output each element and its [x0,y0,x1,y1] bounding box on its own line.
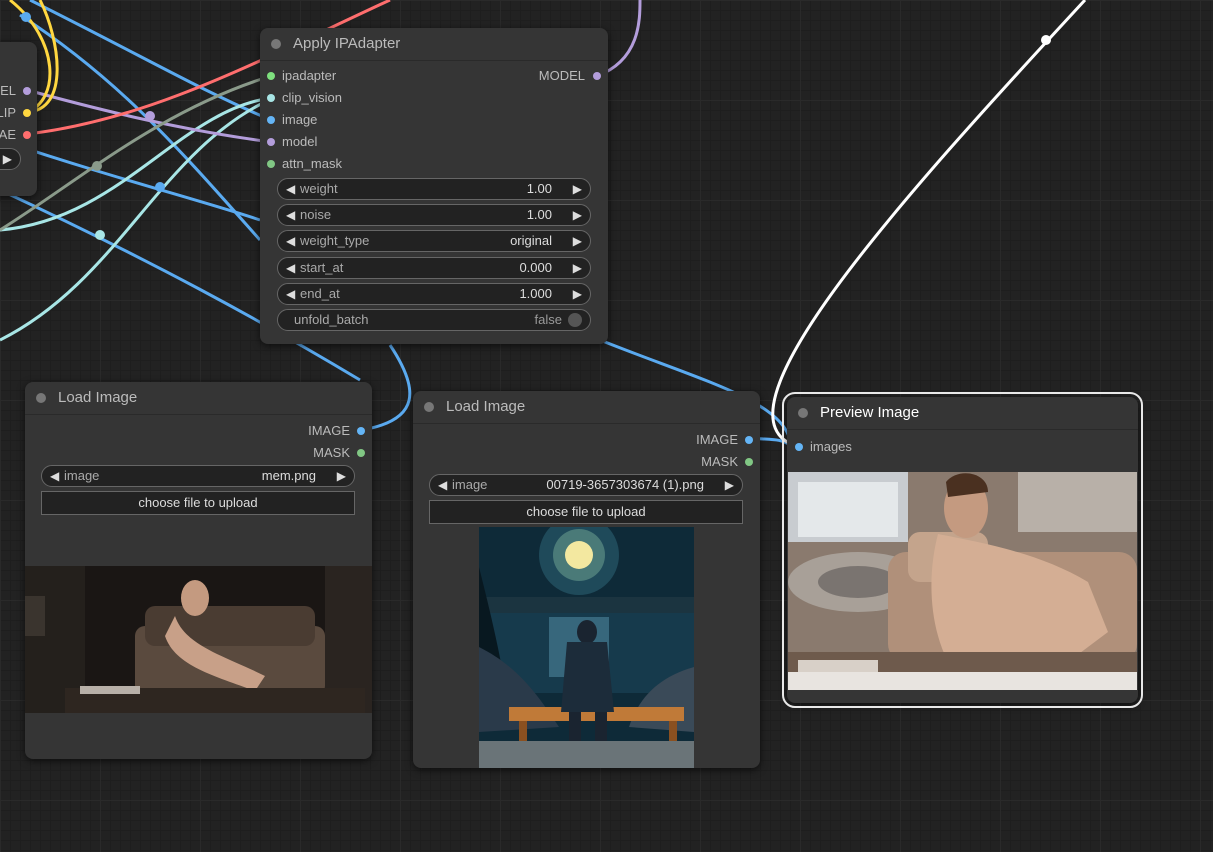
unfold-batch-value: false [534,312,562,327]
left-arrow-icon[interactable]: ◀ [286,179,295,199]
input-dot-model[interactable] [267,138,275,146]
output-dot-vae[interactable] [23,131,31,139]
output-label-mask: MASK [313,445,350,460]
toggle-knob-icon[interactable] [568,313,582,327]
right-arrow-icon[interactable]: ▶ [573,231,582,251]
preview-image-node[interactable]: Preview Image images [782,392,1143,708]
output-label-clip: LIP [0,105,16,120]
left-arrow-icon[interactable]: ◀ [286,258,295,278]
generated-image-preview [788,472,1137,690]
left-arrow-icon[interactable]: ◀ [286,231,295,251]
weight-value: 1.00 [526,181,552,196]
collapse-dot-icon[interactable] [271,39,281,49]
right-arrow-icon[interactable]: ▶ [573,258,582,278]
left-arrow-icon[interactable]: ◀ [50,466,59,486]
link-selected [771,0,1087,449]
start-at-widget[interactable]: ◀ start_at 0.000 ▶ [277,257,591,279]
unfold-batch-toggle[interactable]: unfold_batch false [277,309,591,331]
left-arrow-icon[interactable]: ◀ [286,284,295,304]
end-at-widget[interactable]: ◀ end_at 1.000 ▶ [277,283,591,305]
output-label-image: IMAGE [308,423,350,438]
weight-type-value: original [510,233,552,248]
image-select-widget[interactable]: ◀ image mem.png ▶ [41,465,355,487]
output-dot-image[interactable] [745,436,753,444]
loaded-image-preview [25,566,372,713]
load-image-node-2[interactable]: Load Image IMAGE MASK ◀ image 00719-3657… [413,391,760,768]
right-arrow-icon[interactable]: ▶ [573,205,582,225]
input-label-images: images [810,439,852,454]
input-label-model: model [282,134,318,149]
input-dot-images[interactable] [795,443,803,451]
collapse-dot-icon[interactable] [798,408,808,418]
start-at-label: start_at [300,260,344,275]
image-select-label: image [64,468,100,483]
weight-label: weight [300,181,338,196]
noise-label: noise [300,207,332,222]
load-image-title: Load Image [58,389,138,406]
weight-type-label: weight_type [300,233,370,248]
right-arrow-icon[interactable]: ▶ [573,284,582,304]
loaded-image-preview [479,527,694,768]
output-label-model: MODEL [538,68,585,83]
output-label-model: EL [0,83,16,98]
image-painting-man-on-bench [479,527,694,768]
input-dot-image[interactable] [267,116,275,124]
output-dot-model[interactable] [23,87,31,95]
input-dot-ipadapter[interactable] [267,72,275,80]
end-at-value: 1.000 [519,286,552,301]
left-arrow-icon[interactable]: ◀ [286,205,295,225]
image-select-value: 00719-3657303674 (1).png [546,477,704,492]
image-man-on-couch [25,566,372,713]
node-title[interactable]: Apply IPAdapter [260,28,608,61]
image-select-widget[interactable]: ◀ image 00719-3657303674 (1).png ▶ [429,474,743,496]
image-select-value: mem.png [261,468,316,483]
node-title[interactable]: Load Image [413,391,760,424]
right-arrow-icon[interactable]: ▶ [573,179,582,199]
output-dot-mask[interactable] [357,449,365,457]
node-title[interactable]: Load Image [25,382,372,415]
output-dot-image[interactable] [357,427,365,435]
output-label-mask: MASK [701,454,738,469]
output-label-image: IMAGE [696,432,738,447]
right-arrow-icon[interactable]: ▶ [725,475,734,495]
start-at-value: 0.000 [519,260,552,275]
input-label-attn-mask: attn_mask [282,156,342,171]
input-label-clip-vision: clip_vision [282,90,342,105]
apply-ipadapter-node[interactable]: Apply IPAdapter ipadapter clip_vision im… [260,28,608,344]
collapse-dot-icon[interactable] [424,402,434,412]
collapse-dot-icon[interactable] [36,393,46,403]
output-dot-clip[interactable] [23,109,31,117]
weight-widget[interactable]: ◀ weight 1.00 ▶ [277,178,591,200]
partial-checkpoint-node[interactable]: EL LIP AE ▶ [0,42,37,196]
upload-button[interactable]: choose file to upload [429,500,743,524]
unfold-batch-label: unfold_batch [294,312,369,327]
right-arrow-icon[interactable]: ▶ [337,466,346,486]
weight-type-widget[interactable]: ◀ weight_type original ▶ [277,230,591,252]
output-dot-mask[interactable] [745,458,753,466]
image-generated-man-on-couch [788,472,1137,690]
partial-widget[interactable]: ▶ [0,148,21,170]
load-image-node-1[interactable]: Load Image IMAGE MASK ◀ image mem.png ▶ … [25,382,372,759]
output-label-vae: AE [0,127,16,142]
left-arrow-icon[interactable]: ◀ [438,475,447,495]
preview-image-title: Preview Image [820,404,920,421]
input-label-ipadapter: ipadapter [282,68,337,83]
upload-button[interactable]: choose file to upload [41,491,355,515]
image-select-label: image [452,477,488,492]
input-dot-attn-mask[interactable] [267,160,275,168]
input-dot-clip-vision[interactable] [267,94,275,102]
load-image-title: Load Image [446,398,526,415]
output-dot-model[interactable] [593,72,601,80]
apply-ipadapter-title: Apply IPAdapter [293,35,401,52]
noise-value: 1.00 [526,207,552,222]
end-at-label: end_at [300,286,340,301]
input-label-image: image [282,112,318,127]
noise-widget[interactable]: ◀ noise 1.00 ▶ [277,204,591,226]
node-title[interactable]: Preview Image [787,397,1138,430]
right-arrow-icon[interactable]: ▶ [3,149,12,169]
